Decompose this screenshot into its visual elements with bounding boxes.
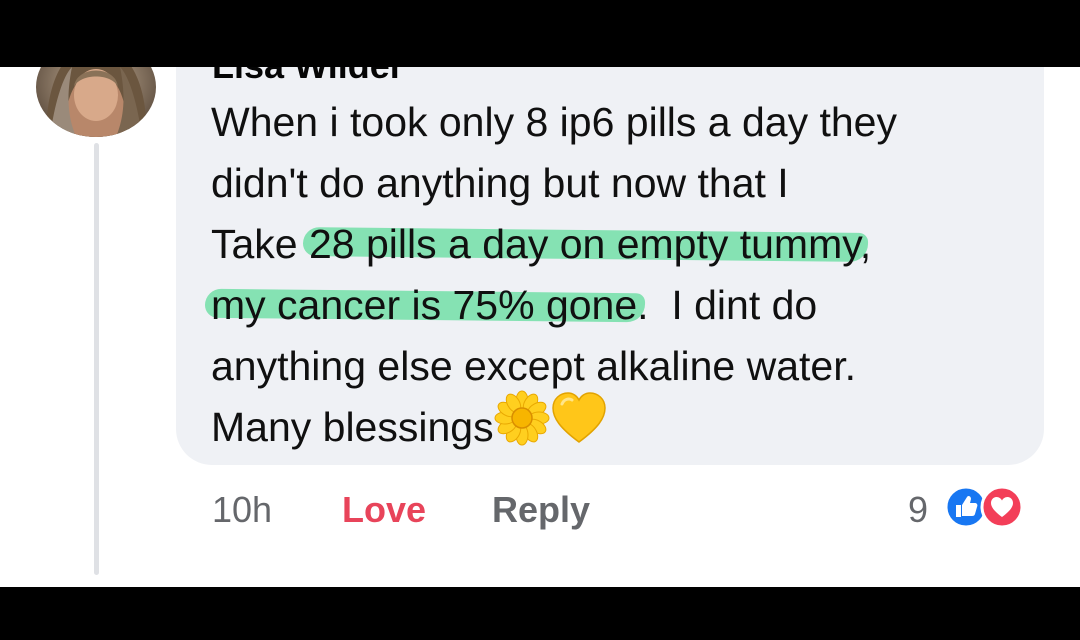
avatar-photo — [36, 67, 156, 137]
comment-line: anything else except alkaline water. — [211, 336, 1031, 397]
comment-text-segment: Take — [211, 221, 309, 267]
love-reaction-button[interactable]: Love — [342, 489, 426, 531]
screen: Lisa Wilder When i took only 8 ip6 pills… — [0, 0, 1080, 640]
sunflower-emoji — [494, 390, 550, 463]
comment-text-segment: didn't do anything but now that I — [211, 160, 789, 206]
comment-text-segment: When i took only 8 ip6 pills a day they — [211, 99, 897, 145]
yellow-heart-emoji — [550, 390, 608, 463]
avatar[interactable] — [36, 67, 156, 137]
comment-text-segment: . I dint do — [637, 282, 818, 328]
reaction-count: 9 — [908, 489, 929, 530]
comment-author[interactable]: Lisa Wilder — [212, 67, 404, 87]
love-icon — [980, 485, 1024, 529]
comment-line: my cancer is 75% gone. I dint do — [211, 275, 1031, 336]
thread-line — [94, 143, 99, 575]
comment-thread: Lisa Wilder When i took only 8 ip6 pills… — [0, 67, 1080, 587]
highlighted-text: my cancer is 75% gone — [211, 282, 638, 328]
highlighted-text: 28 pills a day on empty tummy — [309, 221, 860, 267]
comment-line: When i took only 8 ip6 pills a day they — [211, 92, 1031, 153]
reply-button[interactable]: Reply — [492, 489, 590, 531]
comment-text-segment: anything else except alkaline water. — [211, 343, 857, 389]
comment-line: didn't do anything but now that I — [211, 153, 1031, 214]
comment-timestamp: 10h — [212, 489, 273, 530]
comment-line: Take 28 pills a day on empty tummy, — [211, 214, 1031, 275]
comment-text: When i took only 8 ip6 pills a day they … — [211, 92, 1031, 458]
comment-line: Many blessings — [211, 390, 1031, 458]
comment-text-segment: Many blessings — [211, 404, 494, 450]
reaction-summary[interactable]: 9 — [908, 485, 1048, 535]
